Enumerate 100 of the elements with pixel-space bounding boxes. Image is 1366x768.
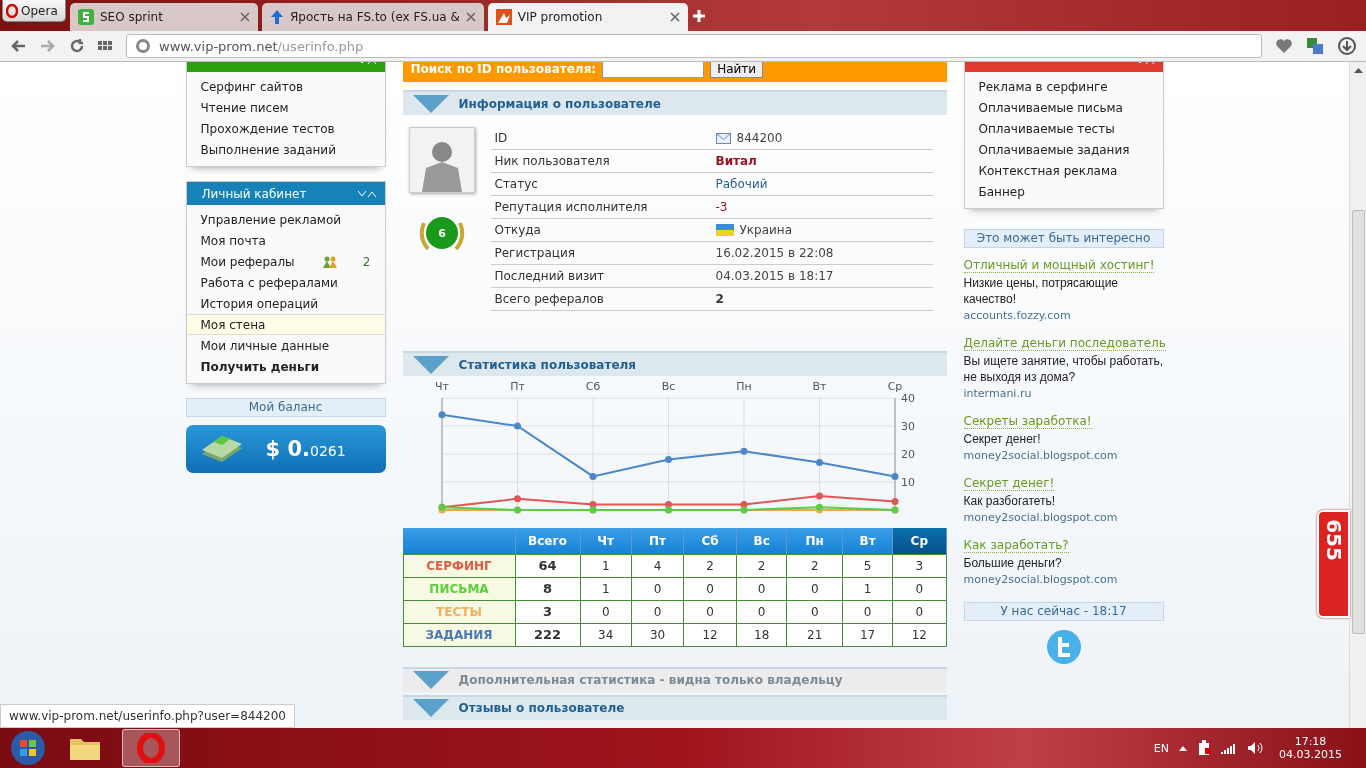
menu-item[interactable]: Реклама в серфинге bbox=[964, 76, 1163, 97]
menu-item[interactable]: Моя почта bbox=[186, 230, 385, 251]
menu-item[interactable]: История операций bbox=[186, 293, 385, 314]
card-header[interactable]: Личный кабинет bbox=[186, 182, 385, 205]
menu-item[interactable]: Получить деньги bbox=[186, 356, 385, 377]
opera-menu-button[interactable]: Opera bbox=[2, 0, 66, 22]
point bbox=[740, 447, 747, 455]
clock[interactable]: 17:18 04.03.2015 bbox=[1273, 735, 1358, 761]
menu-item[interactable]: Чтение писем bbox=[186, 97, 385, 118]
avatar-icon bbox=[408, 127, 475, 193]
close-icon[interactable] bbox=[669, 12, 680, 22]
menu-item[interactable]: Оплачиваемые тесты bbox=[964, 118, 1163, 139]
reload-icon[interactable] bbox=[70, 39, 84, 53]
menu-item[interactable]: Прохождение тестов bbox=[186, 118, 385, 139]
info-value: 2 bbox=[715, 292, 724, 306]
menu-item[interactable]: Контекстная реклама bbox=[964, 160, 1163, 181]
scrollbar[interactable] bbox=[1349, 62, 1366, 728]
triangle-icon bbox=[412, 699, 449, 717]
new-tab-icon[interactable] bbox=[691, 8, 706, 23]
axis-label: Вс bbox=[661, 380, 675, 393]
o-logo-icon bbox=[6, 3, 18, 18]
axis-label: 40 bbox=[900, 392, 915, 405]
menu-item[interactable]: Моя стена bbox=[186, 314, 385, 335]
s-logo-icon bbox=[78, 9, 94, 25]
browser-tab[interactable]: Ярость на FS.to (ex FS.ua & bbox=[262, 3, 484, 31]
heart-icon[interactable] bbox=[1276, 39, 1292, 53]
menu-item[interactable]: Выполнение заданий bbox=[186, 139, 385, 160]
point bbox=[815, 492, 823, 500]
info-label: Откуда bbox=[494, 223, 542, 237]
url-field[interactable]: www.vip-prom.net/userinfo.php bbox=[126, 34, 1262, 58]
column-header: Вс bbox=[736, 528, 787, 554]
info-label: Ник пользователя bbox=[494, 154, 611, 168]
menu-item[interactable]: Серфинг сайтов bbox=[186, 76, 385, 97]
column-header: Ср bbox=[892, 528, 946, 554]
menu-item[interactable]: Оплачиваемые письма bbox=[964, 97, 1163, 118]
info-label: Репутация исполнителя bbox=[494, 200, 649, 214]
table-cell: 2 bbox=[786, 554, 843, 577]
ad-text: Секрет денег! bbox=[963, 431, 1042, 447]
table-cell: 5 bbox=[842, 554, 893, 577]
download-icon[interactable] bbox=[1338, 37, 1356, 55]
close-icon[interactable] bbox=[240, 12, 250, 22]
browser-tab[interactable]: VIP promotion bbox=[487, 3, 688, 31]
translate-icon[interactable] bbox=[1306, 37, 1324, 55]
table-cell: 1 bbox=[580, 554, 632, 577]
ad-url[interactable]: money2social.blogspot.com bbox=[963, 573, 1164, 586]
axis-label: Вт bbox=[812, 380, 826, 393]
grid-icon[interactable] bbox=[98, 40, 112, 52]
scroll-up-icon[interactable] bbox=[1353, 67, 1363, 73]
column-header: Сб bbox=[683, 528, 737, 554]
browser-tab[interactable]: SEO sprint bbox=[70, 3, 258, 31]
up-caret-icon[interactable] bbox=[1179, 745, 1187, 751]
point bbox=[664, 456, 672, 464]
menu-item[interactable]: Мои рефералы 2 bbox=[186, 251, 385, 272]
point bbox=[513, 422, 521, 430]
counter-badge[interactable]: 655 bbox=[1317, 510, 1350, 618]
info-value: Украина bbox=[739, 223, 793, 237]
close-icon[interactable] bbox=[465, 12, 476, 22]
up-arrow-icon bbox=[270, 9, 284, 25]
search-field[interactable] bbox=[602, 62, 705, 78]
info-label: Регистрация bbox=[494, 246, 576, 260]
point bbox=[513, 495, 521, 503]
menu-item[interactable]: Оплачиваемые задания bbox=[964, 139, 1163, 160]
table-cell: 2 bbox=[683, 554, 737, 577]
point bbox=[664, 500, 672, 508]
start-button[interactable] bbox=[8, 729, 48, 767]
menu-item[interactable]: Баннер bbox=[964, 181, 1163, 202]
axis-label: Чт bbox=[434, 380, 449, 393]
ad-text: Как разбогатеть! bbox=[963, 493, 1057, 509]
flag-icon bbox=[715, 224, 734, 236]
language-indicator[interactable]: EN bbox=[1153, 741, 1169, 755]
power-icon[interactable] bbox=[1197, 740, 1211, 756]
find-button[interactable]: Найти bbox=[710, 62, 764, 78]
axis-label: 10 bbox=[900, 476, 915, 489]
row-label: ПИСЬМА bbox=[403, 577, 515, 600]
back-icon[interactable] bbox=[10, 39, 26, 53]
section-header: Статистика пользователя bbox=[402, 351, 947, 376]
column-header: Всего bbox=[515, 528, 580, 554]
menu-item[interactable]: Работа с рефералами bbox=[186, 272, 385, 293]
section-title: Это может быть интересно bbox=[963, 229, 1164, 248]
people-icon bbox=[322, 255, 337, 268]
section-header[interactable]: Отзывы о пользователе bbox=[402, 694, 947, 720]
info-value: 04.03.2015 в 18:17 bbox=[715, 269, 834, 283]
ad-url[interactable]: money2social.blogspot.com bbox=[963, 449, 1164, 462]
balance-title: Мой баланс bbox=[185, 398, 386, 417]
opera-icon bbox=[137, 733, 165, 763]
ad-url[interactable]: accounts.fozzy.com bbox=[963, 309, 1164, 322]
balance-button[interactable]: $ 0.0261 bbox=[185, 425, 386, 473]
ad-url[interactable]: money2social.blogspot.com bbox=[963, 511, 1164, 524]
signal-icon[interactable] bbox=[1221, 742, 1237, 754]
speaker-icon[interactable] bbox=[1247, 741, 1263, 755]
menu-item[interactable]: Мои личные данные bbox=[186, 335, 385, 356]
point bbox=[589, 472, 596, 480]
menu-item[interactable]: Управление рекламой bbox=[186, 209, 385, 230]
info-value: 16.02.2015 в 22:08 bbox=[715, 246, 834, 260]
axis-label: 20 bbox=[900, 448, 915, 461]
ad-text: Вы ищете занятие, чтобы работать, не выходя из дома? bbox=[963, 353, 1164, 385]
info-value: Рабочий bbox=[715, 177, 768, 191]
ad-url[interactable]: intermani.ru bbox=[963, 387, 1164, 400]
info-label: Статус bbox=[494, 177, 539, 191]
row-label: ТЕСТЫ bbox=[403, 600, 515, 623]
